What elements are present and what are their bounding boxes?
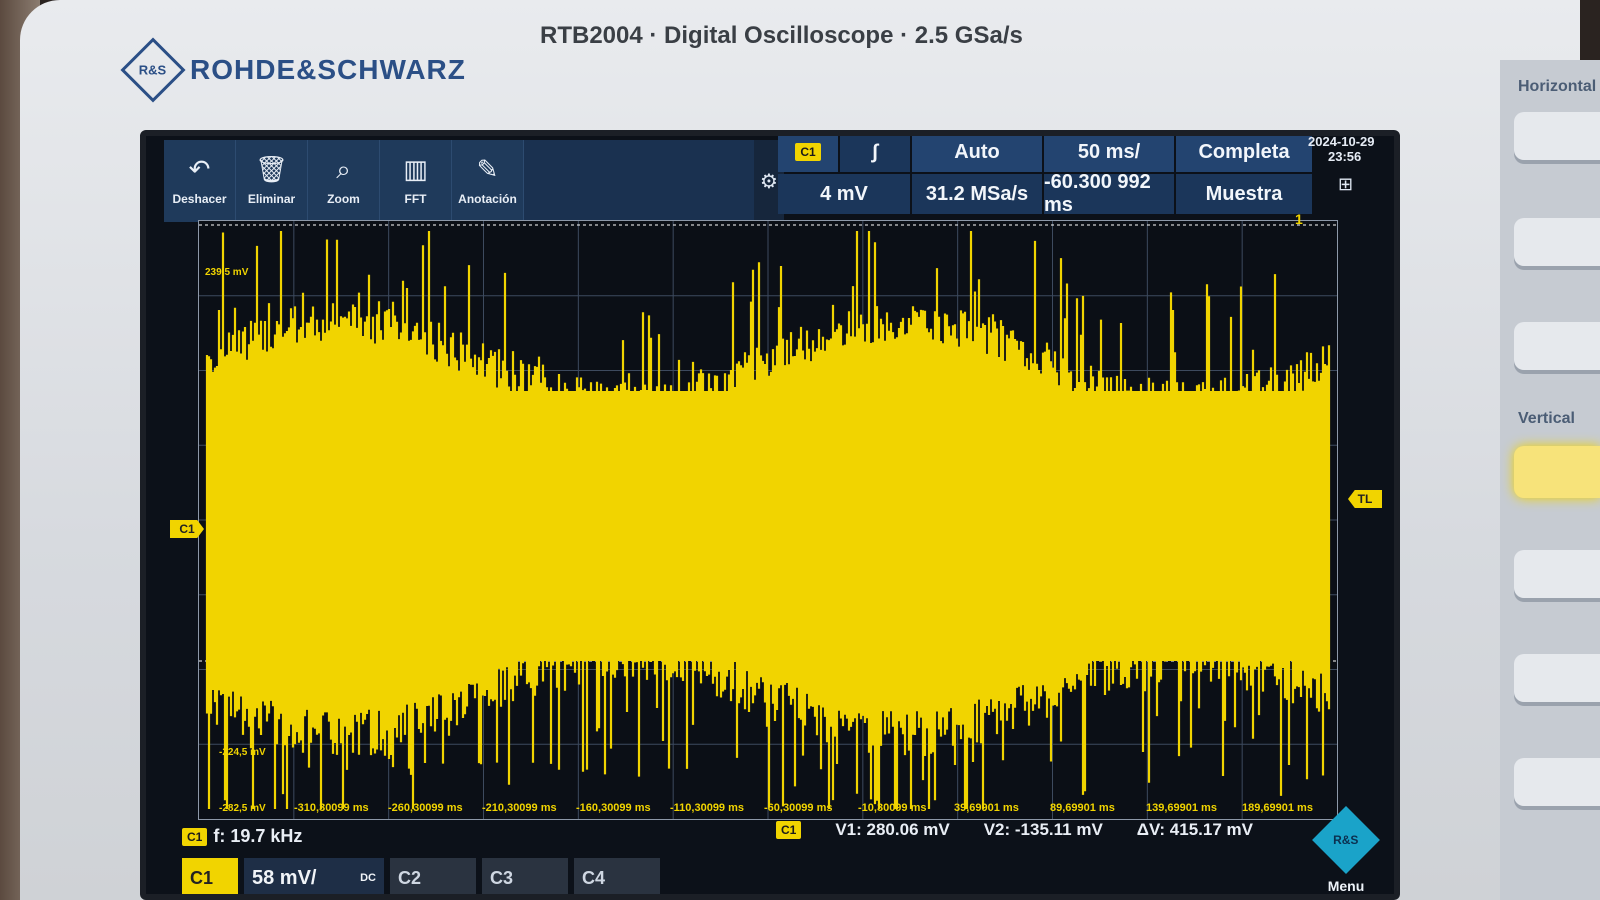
date: 2024-10-29	[1308, 134, 1375, 149]
oscilloscope-screen: ↶ Deshacer 🗑 Eliminar ⌕ Zoom ▥ FFT ✎ Ano…	[140, 130, 1400, 900]
x-label: 189,69901 ms	[1242, 802, 1313, 814]
brand: R&S ROHDE&SCHWARZ	[120, 37, 466, 103]
trash-icon: 🗑	[254, 154, 288, 184]
time: 23:56	[1328, 149, 1362, 164]
channel-4-hw-button[interactable]	[1514, 758, 1600, 810]
annotation-label: Anotación	[458, 192, 517, 206]
channel-c4-button[interactable]: C4	[574, 858, 660, 894]
cursor-1-label[interactable]: 1	[1295, 211, 1303, 227]
timebase[interactable]: 50 ms/	[1044, 136, 1174, 172]
acquisition-type[interactable]: Muestra	[1176, 174, 1312, 214]
cursor-2-label[interactable]: 2	[1299, 645, 1307, 661]
horizontal-position[interactable]: -60.300 992 ms	[1044, 171, 1174, 216]
fft-button[interactable]: ▥ FFT	[380, 140, 452, 222]
x-label: -110,30099 ms	[670, 802, 745, 814]
trigger-level-marker[interactable]: TL	[1348, 490, 1382, 508]
undo-label: Deshacer	[172, 192, 227, 206]
fft-icon: ▥	[403, 154, 428, 184]
network-icon: ⊞	[1338, 174, 1354, 194]
cursor-v1: V1: 280.06 mV	[835, 820, 950, 839]
annotation-button[interactable]: ✎ Anotación	[452, 140, 524, 222]
zoom-button[interactable]: ⌕ Zoom	[308, 140, 380, 222]
channel-offset-marker[interactable]: C1	[170, 520, 204, 538]
undo-button[interactable]: ↶ Deshacer	[164, 140, 236, 222]
trigger-mode[interactable]: Auto	[912, 136, 1042, 172]
waveform-plot[interactable]: 239,5 mV -224,5 mV -282,5 mV 1 2	[198, 211, 1338, 820]
x-label: -310,30099 ms	[294, 802, 369, 814]
channel-c1-button[interactable]: C1	[182, 858, 238, 894]
x-label: -260,30099 ms	[388, 802, 463, 814]
pencil-icon: ✎	[476, 154, 499, 184]
x-label: 139,69901 ms	[1146, 802, 1217, 814]
brand-name: ROHDE&SCHWARZ	[190, 54, 466, 85]
acquisition-mode[interactable]: Completa	[1176, 136, 1312, 172]
horizontal-hw-button[interactable]	[1514, 218, 1600, 270]
channel-bar: C1 58 mV/ DC C2 C3 C4	[182, 858, 660, 894]
delete-button[interactable]: 🗑 Eliminar	[236, 140, 308, 222]
menu-button[interactable]: R&S Menu	[1306, 806, 1386, 894]
sample-rate: 31.2 MSa/s	[912, 174, 1042, 214]
toolbar: ↶ Deshacer 🗑 Eliminar ⌕ Zoom ▥ FFT ✎ Ano…	[164, 140, 784, 222]
side-control-panel: Horizontal Vertical	[1500, 60, 1600, 900]
vertical-section-label: Vertical	[1518, 410, 1575, 427]
x-label: -160,30099 ms	[576, 802, 651, 814]
horizontal-section-label: Horizontal	[1518, 78, 1597, 95]
zoom-hw-button[interactable]	[1514, 112, 1600, 164]
channel-1-hw-button[interactable]	[1514, 446, 1600, 498]
channel-c2-button[interactable]: C2	[390, 858, 476, 894]
trigger-slope-icon[interactable]: ∫	[840, 136, 910, 172]
datetime: 2024-10-29 23:56	[1308, 134, 1375, 164]
brand-logo: R&S	[120, 37, 186, 103]
trigger-level[interactable]: 4 mV	[778, 174, 910, 214]
menu-logo-text: R&S	[1333, 833, 1359, 847]
fft-label: FFT	[404, 192, 427, 206]
x-label: -60,30099 ms	[764, 802, 833, 814]
brand-logo-text: R&S	[139, 62, 167, 78]
cursor-delta-v: ΔV: 415.17 mV	[1136, 820, 1253, 839]
y-label-lower: -224,5 mV	[219, 747, 266, 758]
delete-label: Eliminar	[247, 192, 296, 206]
acquire-hw-button[interactable]	[1514, 322, 1600, 374]
cursor-v2: V2: -135.11 mV	[983, 820, 1103, 839]
c1-scale-value: 58 mV/	[252, 866, 317, 889]
menu-label: Menu	[1327, 878, 1365, 894]
x-label: -10,30099 ms	[858, 802, 927, 814]
measure-channel-badge: C1	[182, 827, 208, 846]
c1-coupling: DC	[360, 872, 376, 884]
menu-logo-icon: R&S	[1312, 806, 1380, 874]
toolbar-spacer	[524, 140, 754, 222]
status-panel: C1 ∫ Auto 50 ms/ Completa 4 mV 31.2 MSa/…	[778, 136, 1338, 216]
cursor-channel-badge: C1	[776, 821, 802, 839]
x-label: -210,30099 ms	[482, 802, 557, 814]
y-label-top: 239,5 mV	[205, 267, 249, 278]
trigger-source[interactable]: C1	[778, 136, 838, 172]
channel-2-hw-button[interactable]	[1514, 550, 1600, 602]
frequency-value: f: 19.7 kHz	[213, 826, 303, 846]
channel-3-hw-button[interactable]	[1514, 654, 1600, 706]
channel-c3-button[interactable]: C3	[482, 858, 568, 894]
frequency-measurement[interactable]: C1 f: 19.7 kHz	[182, 826, 302, 847]
x-label: 89,69901 ms	[1050, 802, 1115, 814]
model-label: RTB2004 · Digital Oscilloscope · 2.5 GSa…	[540, 22, 1023, 49]
waveform-dense-band	[207, 391, 1329, 661]
trigger-channel-badge: C1	[795, 143, 821, 161]
cursor-readout[interactable]: C1 V1: 280.06 mV V2: -135.11 mV ΔV: 415.…	[776, 820, 1253, 840]
x-axis-labels: -310,30099 ms -260,30099 ms -210,30099 m…	[198, 802, 1338, 820]
channel-c1-scale[interactable]: 58 mV/ DC	[244, 858, 384, 894]
waveform-canvas	[199, 221, 1337, 819]
zoom-label: Zoom	[327, 192, 360, 206]
zoom-icon: ⌕	[336, 154, 351, 184]
x-label: 39,69901 ms	[954, 802, 1019, 814]
undo-icon: ↶	[188, 154, 211, 184]
